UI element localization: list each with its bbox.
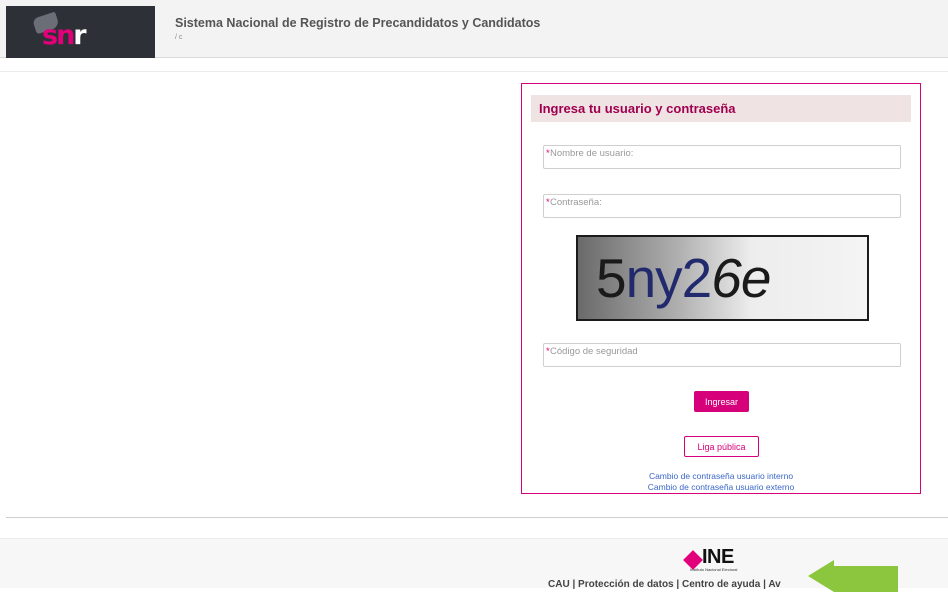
public-link-button[interactable]: Liga pública [684,436,759,457]
ine-logo[interactable]: INE Instituto Nacional Electoral [680,546,766,574]
logo-text-pink: sn [42,20,75,51]
footer-divider [6,517,948,518]
green-left-arrow-icon [808,560,898,592]
required-mark: * [546,148,550,159]
login-submit-button[interactable]: Ingresar [694,391,749,412]
required-mark: * [546,197,550,208]
footer-link-truncated[interactable]: Av [768,579,780,590]
required-mark: * [546,346,550,357]
ine-logo-word: INE [702,546,734,568]
footer-link-cau[interactable]: CAU [548,579,570,590]
captcha-part-1: 5 [596,247,627,309]
footer-separator: | [673,579,682,590]
login-panel-header: Ingresa tu usuario y contraseña [531,95,911,122]
page-title: Sistema Nacional de Registro de Precandi… [175,16,541,30]
password-input[interactable] [543,194,901,218]
login-panel: Ingresa tu usuario y contraseña * * 5ny2… [521,83,921,494]
snr-logo[interactable]: snr [6,6,155,58]
change-password-internal-link[interactable]: Cambio de contraseña usuario interno [522,471,920,481]
footer-separator: | [569,579,579,590]
security-code-input[interactable] [543,343,901,367]
footer [0,538,948,588]
footer-link-privacy[interactable]: Protección de datos [578,579,674,590]
captcha-text: 5ny26e [596,243,771,313]
username-field-wrapper: * [543,145,901,169]
security-code-field-wrapper: * [543,343,901,367]
footer-links: CAU | Protección de datos | Centro de ay… [548,579,781,590]
captcha-image: 5ny26e [576,235,869,321]
ine-logo-subtitle: Instituto Nacional Electoral [690,567,738,572]
password-field-wrapper: * [543,194,901,218]
username-input[interactable] [543,145,901,169]
login-heading: Ingresa tu usuario y contraseña [539,101,736,116]
captcha-part-2: ny2 [625,247,713,309]
logo-wordmark: snr [42,20,87,51]
arrow-shape [808,560,898,592]
logo-text-white: r [73,20,86,51]
breadcrumb: / c [175,34,183,41]
change-password-external-link[interactable]: Cambio de contraseña usuario externo [522,482,920,492]
top-divider [0,71,948,72]
app-header: snr Sistema Nacional de Registro de Prec… [0,0,948,58]
footer-link-help-center[interactable]: Centro de ayuda [682,579,760,590]
captcha-part-3: 6e [711,247,771,309]
